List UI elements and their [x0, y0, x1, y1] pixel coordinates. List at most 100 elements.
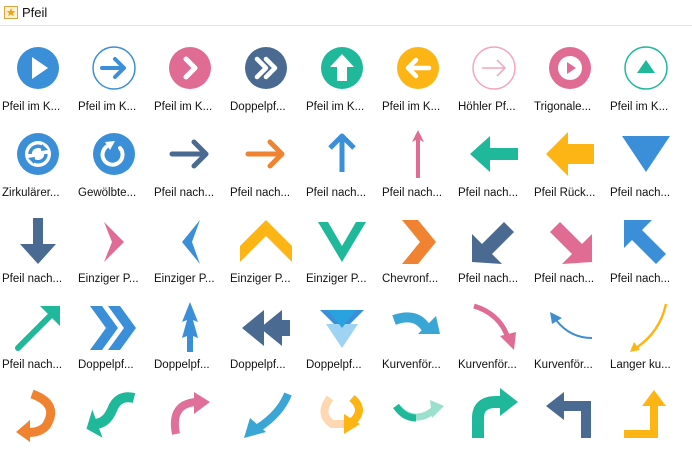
window-title: Pfeil: [22, 5, 48, 20]
shape-item[interactable]: [0, 374, 76, 460]
shape-item[interactable]: Pfeil nach...: [0, 202, 76, 288]
shape-item[interactable]: Pfeil im K...: [608, 30, 684, 116]
title-bar: Pfeil: [0, 0, 692, 26]
shape-label: Doppelpf...: [78, 359, 134, 371]
chevron-left-blue-icon: [182, 220, 200, 264]
shape-label: Pfeil im K...: [78, 101, 137, 113]
bent-arrow-teal-icon: [472, 388, 518, 438]
shape-item[interactable]: [228, 374, 304, 460]
shape-label: Pfeil Rück...: [534, 187, 596, 199]
shape-label: Doppelpf...: [306, 359, 362, 371]
shape-label: Pfeil nach...: [610, 273, 671, 285]
shape-item[interactable]: Doppelpf...: [304, 288, 380, 374]
shape-item[interactable]: Doppelpf...: [76, 288, 152, 374]
shape-item[interactable]: Pfeil nach...: [304, 116, 380, 202]
shape-item[interactable]: [152, 374, 228, 460]
chevron-down-teal-icon: [318, 222, 366, 262]
shape-item[interactable]: Kurvenför...: [380, 288, 456, 374]
shape-item[interactable]: Pfeil nach...: [608, 202, 684, 288]
shape-label: Pfeil im K...: [154, 101, 213, 113]
shape-label: Pfeil im K...: [610, 101, 669, 113]
shape-item[interactable]: [456, 374, 532, 460]
double-arrow-up-icon: [182, 302, 198, 352]
curved-arrow-thin-blue-icon: [550, 312, 593, 339]
curved-arrow-orange-icon: [16, 389, 56, 442]
bent-arrow-navy-icon: [546, 392, 591, 438]
shape-item[interactable]: [304, 374, 380, 460]
curved-arrow-rose-icon: [171, 392, 210, 435]
shape-item[interactable]: Pfeil nach...: [228, 116, 304, 202]
shape-label: Kurvenför...: [458, 359, 517, 371]
shape-item[interactable]: Pfeil im K...: [0, 30, 76, 116]
arrow-left-teal-icon: [470, 136, 518, 172]
u-turn-arrow-icon: [320, 394, 363, 434]
shape-label: Pfeil nach...: [154, 187, 215, 199]
shape-item[interactable]: Kurvenför...: [456, 288, 532, 374]
double-chevron-circle-icon: [245, 47, 287, 89]
shape-item[interactable]: Pfeil im K...: [304, 30, 380, 116]
shape-item[interactable]: Pfeil nach...: [152, 116, 228, 202]
curved-refresh-icon: [93, 133, 135, 175]
shape-item[interactable]: [608, 374, 684, 460]
arrow-circle-play-icon: [17, 47, 59, 89]
shape-item[interactable]: [532, 374, 608, 460]
shape-item[interactable]: Höhler Pf...: [456, 30, 532, 116]
shape-item[interactable]: Einziger P...: [304, 202, 380, 288]
shape-item[interactable]: Doppelpf...: [152, 288, 228, 374]
shape-item[interactable]: Trigonale...: [532, 30, 608, 116]
shape-label: Doppelpf...: [230, 359, 286, 371]
shape-item[interactable]: Langer ku...: [608, 288, 684, 374]
shape-label: Einziger P...: [230, 273, 291, 285]
bent-arrow-gold-icon: [624, 390, 666, 438]
double-chevron-right-icon: [90, 306, 136, 350]
arrow-up-right-teal-icon: [15, 306, 60, 351]
shape-label: Doppelpf...: [230, 101, 286, 113]
shape-item[interactable]: Einziger P...: [152, 202, 228, 288]
arrow-right-navy-icon: [169, 139, 209, 169]
shape-item[interactable]: Pfeil im K...: [380, 30, 456, 116]
curved-arrow-pink-icon: [473, 303, 516, 350]
curved-arrow-teal-light-icon: [393, 400, 444, 422]
shape-label: Einziger P...: [306, 273, 367, 285]
shape-label: Trigonale...: [534, 101, 592, 113]
shape-label: Langer ku...: [610, 359, 671, 371]
shape-item[interactable]: [380, 374, 456, 460]
shape-label: Einziger P...: [154, 273, 215, 285]
arrow-circle-up-icon: [321, 47, 363, 89]
arrow-up-left-blue-icon: [624, 220, 666, 264]
shape-label: Pfeil im K...: [2, 101, 61, 113]
shape-label: Pfeil nach...: [230, 187, 291, 199]
shape-label: Pfeil nach...: [458, 273, 519, 285]
shape-item[interactable]: Doppelpf...: [228, 288, 304, 374]
shape-item[interactable]: Gewölbte...: [76, 116, 152, 202]
shape-label: Pfeil im K...: [306, 101, 365, 113]
arrow-up-blue-icon: [328, 133, 356, 172]
shape-item[interactable]: Doppelpf...: [228, 30, 304, 116]
shape-item[interactable]: Chevronf...: [380, 202, 456, 288]
shape-item[interactable]: Pfeil im K...: [76, 30, 152, 116]
shape-label: Zirkulärer...: [2, 187, 60, 199]
hollow-arrow-circle-icon: [472, 46, 516, 90]
shape-item[interactable]: Einziger P...: [76, 202, 152, 288]
shape-item[interactable]: [76, 374, 152, 460]
shape-item[interactable]: Pfeil Rück...: [532, 116, 608, 202]
chevron-right-pink-icon: [104, 222, 124, 262]
shape-item[interactable]: Pfeil nach...: [456, 202, 532, 288]
shape-item[interactable]: Zirkulärer...: [0, 116, 76, 202]
shape-label: Pfeil im K...: [382, 101, 441, 113]
shape-label: Höhler Pf...: [458, 101, 516, 113]
shape-label: Chevronf...: [382, 273, 439, 285]
double-triangle-down-icon: [320, 310, 364, 348]
shape-item[interactable]: Pfeil nach...: [532, 202, 608, 288]
shape-item[interactable]: Pfeil im K...: [152, 30, 228, 116]
shape-label: Pfeil nach...: [2, 359, 63, 371]
shape-item[interactable]: Pfeil nach...: [608, 116, 684, 202]
shape-label: Doppelpf...: [154, 359, 210, 371]
shape-item[interactable]: Kurvenför...: [532, 288, 608, 374]
shape-item[interactable]: Pfeil nach...: [456, 116, 532, 202]
shape-item[interactable]: Einziger P...: [228, 202, 304, 288]
curved-arrow-teal-icon: [86, 392, 136, 438]
circular-arrows-icon: [17, 133, 59, 175]
shape-item[interactable]: Pfeil nach...: [0, 288, 76, 374]
shape-item[interactable]: Pfeil nach...: [380, 116, 456, 202]
